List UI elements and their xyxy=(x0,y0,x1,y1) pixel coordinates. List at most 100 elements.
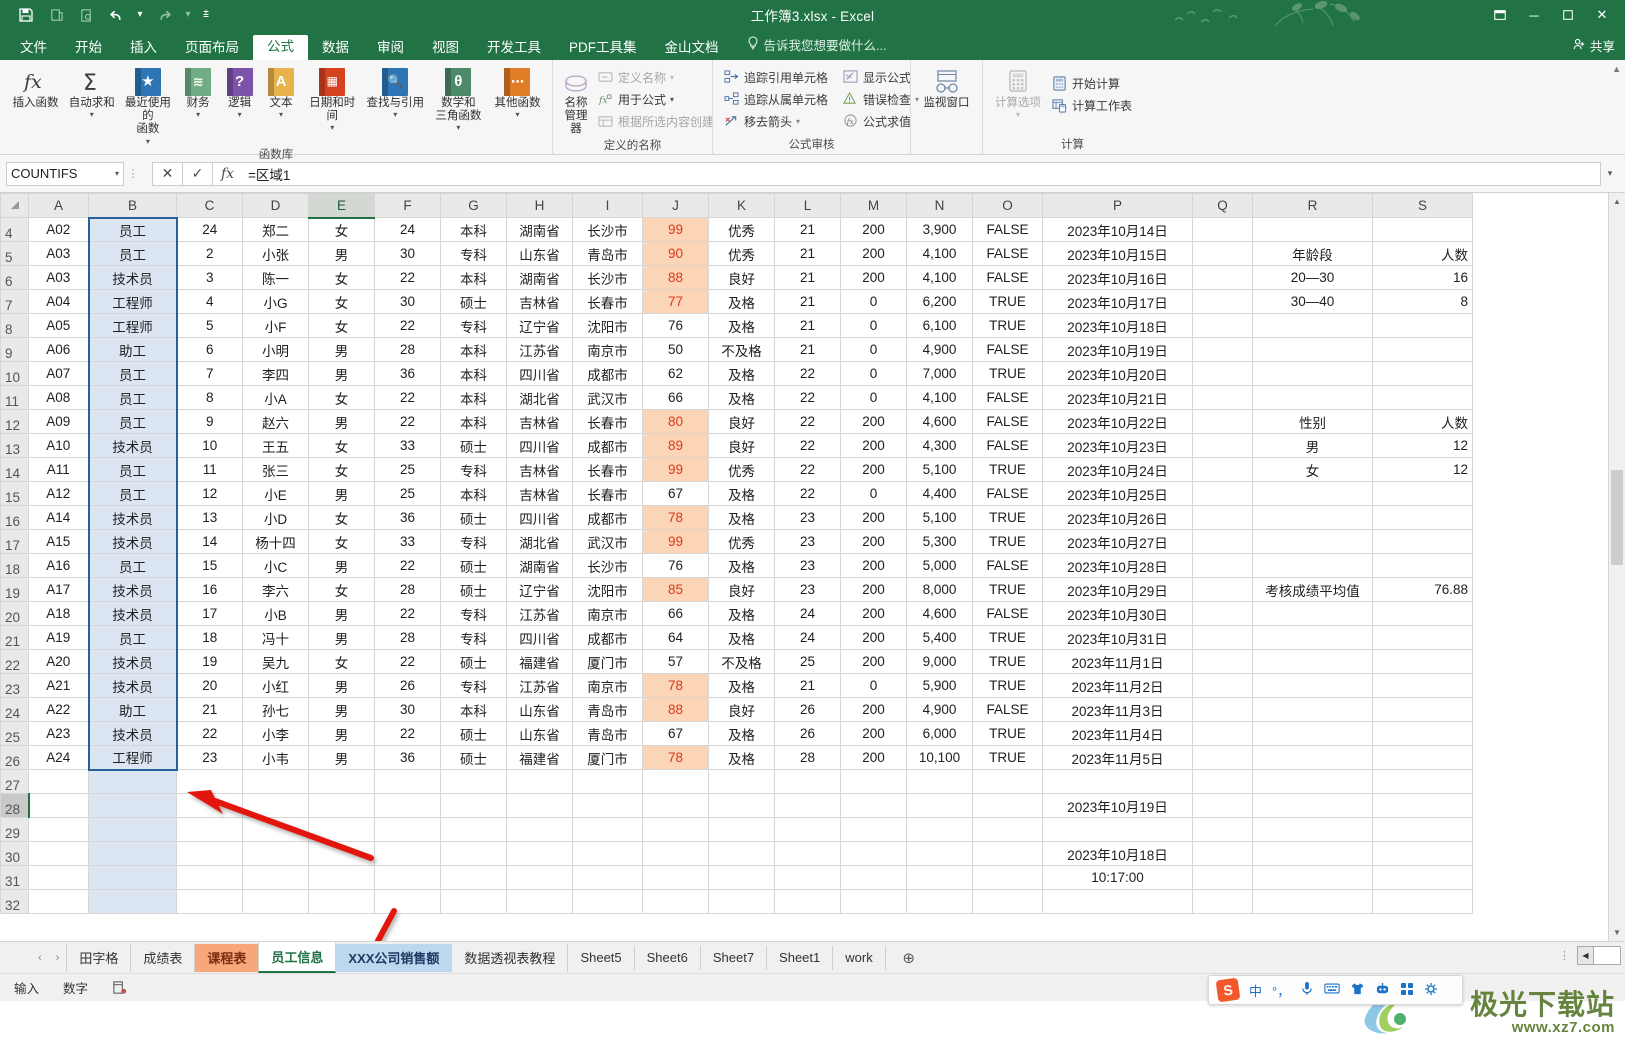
tab-insert[interactable]: 插入 xyxy=(116,36,171,61)
cell-D23[interactable]: 小红 xyxy=(242,673,309,698)
lookup-reference-button[interactable]: 🔍 查找与引用 ▾ xyxy=(363,64,428,119)
cell-F16[interactable]: 36 xyxy=(374,505,441,530)
cell-C19[interactable]: 16 xyxy=(176,577,243,602)
cell-P7[interactable]: 2023年10月17日 xyxy=(1042,289,1193,314)
cell-D10[interactable]: 李四 xyxy=(242,361,309,386)
cell-G16[interactable]: 硕士 xyxy=(440,505,507,530)
cell-P13[interactable]: 2023年10月23日 xyxy=(1042,433,1193,458)
tab-review[interactable]: 审阅 xyxy=(363,36,418,61)
cell-K31[interactable] xyxy=(708,865,775,890)
remove-arrows-button[interactable]: 移去箭头 ▾ xyxy=(719,110,832,132)
cell-C15[interactable]: 12 xyxy=(176,481,243,506)
cell-J30[interactable] xyxy=(642,841,709,866)
cell-G14[interactable]: 专科 xyxy=(440,457,507,482)
chevron-down-icon[interactable]: ▾ xyxy=(670,95,674,104)
ime-skin-icon[interactable] xyxy=(1350,982,1365,999)
cell-E27[interactable] xyxy=(308,769,375,794)
cell-J27[interactable] xyxy=(642,769,709,794)
cell-E16[interactable]: 女 xyxy=(308,505,375,530)
cell-K32[interactable] xyxy=(708,889,775,914)
cell-R26[interactable] xyxy=(1252,745,1373,770)
cell-H25[interactable]: 山东省 xyxy=(506,721,573,746)
cell-Q31[interactable] xyxy=(1192,865,1253,890)
cell-C10[interactable]: 7 xyxy=(176,361,243,386)
cell-O15[interactable]: FALSE xyxy=(972,481,1043,506)
sheet-tab-Sheet6[interactable]: Sheet6 xyxy=(633,945,701,970)
cell-G28[interactable] xyxy=(440,793,507,818)
cell-P20[interactable]: 2023年10月30日 xyxy=(1042,601,1193,626)
cell-I22[interactable]: 厦门市 xyxy=(572,649,643,674)
cell-I18[interactable]: 长沙市 xyxy=(572,553,643,578)
cell-R24[interactable] xyxy=(1252,697,1373,722)
vertical-scroll-thumb[interactable] xyxy=(1611,470,1623,565)
cell-O30[interactable] xyxy=(972,841,1043,866)
cell-E11[interactable]: 女 xyxy=(308,385,375,410)
cell-F6[interactable]: 22 xyxy=(374,265,441,290)
cell-N29[interactable] xyxy=(906,817,973,842)
table-row[interactable]: 19 A17 技术员 16 李六女 28 硕士 辽宁省 沈阳市 85 良好 23 200 8,000 TRU… xyxy=(0,577,1473,602)
cell-I4[interactable]: 长沙市 xyxy=(572,217,643,242)
cell-H14[interactable]: 吉林省 xyxy=(506,457,573,482)
cell-J29[interactable] xyxy=(642,817,709,842)
cell-H24[interactable]: 山东省 xyxy=(506,697,573,722)
cell-G32[interactable] xyxy=(440,889,507,914)
cell-N6[interactable]: 4,100 xyxy=(906,265,973,290)
cell-Q30[interactable] xyxy=(1192,841,1253,866)
row-header-24[interactable]: 24 xyxy=(0,697,29,722)
table-row[interactable]: 20 A18 技术员 17 小B 男 22 专科 江苏省 南京市 66 及格 24 200 4,600 FAL… xyxy=(0,601,1473,626)
table-row[interactable]: 32 xyxy=(0,889,1473,914)
cell-O26[interactable]: TRUE xyxy=(972,745,1043,770)
cell-B10[interactable]: 员工 xyxy=(87,361,178,386)
table-row[interactable]: 31 10:17:00 xyxy=(0,865,1473,890)
cell-G29[interactable] xyxy=(440,817,507,842)
cell-H11[interactable]: 湖北省 xyxy=(506,385,573,410)
cell-M28[interactable] xyxy=(840,793,907,818)
cell-K7[interactable]: 及格 xyxy=(708,289,775,314)
cell-B13[interactable]: 技术员 xyxy=(87,433,178,458)
cell-S8[interactable] xyxy=(1372,313,1473,338)
cell-J22[interactable]: 57 xyxy=(642,649,709,674)
cell-N20[interactable]: 4,600 xyxy=(906,601,973,626)
cell-G22[interactable]: 硕士 xyxy=(440,649,507,674)
cell-A25[interactable]: A23 xyxy=(28,721,89,746)
cell-D17[interactable]: 杨十四 xyxy=(242,529,309,554)
cell-S11[interactable] xyxy=(1372,385,1473,410)
cell-L11[interactable]: 22 xyxy=(774,385,841,410)
cell-J14[interactable]: 99 xyxy=(642,457,709,482)
cell-H30[interactable] xyxy=(506,841,573,866)
cell-I21[interactable]: 成都市 xyxy=(572,625,643,650)
cell-F19[interactable]: 28 xyxy=(374,577,441,602)
cell-K21[interactable]: 及格 xyxy=(708,625,775,650)
cell-C4[interactable]: 24 xyxy=(176,217,243,242)
cell-D14[interactable]: 张三 xyxy=(242,457,309,482)
cell-F7[interactable]: 30 xyxy=(374,289,441,314)
cell-B14[interactable]: 员工 xyxy=(87,457,178,482)
cell-A18[interactable]: A16 xyxy=(28,553,89,578)
cell-F28[interactable] xyxy=(374,793,441,818)
cell-D16[interactable]: 小D xyxy=(242,505,309,530)
cell-N23[interactable]: 5,900 xyxy=(906,673,973,698)
cell-G12[interactable]: 本科 xyxy=(440,409,507,434)
cell-H19[interactable]: 辽宁省 xyxy=(506,577,573,602)
cell-D9[interactable]: 小明 xyxy=(242,337,309,362)
cell-E5[interactable]: 男 xyxy=(308,241,375,266)
cell-N27[interactable] xyxy=(906,769,973,794)
row-header-26[interactable]: 26 xyxy=(0,745,29,770)
cell-A23[interactable]: A21 xyxy=(28,673,89,698)
cell-C11[interactable]: 8 xyxy=(176,385,243,410)
cell-L15[interactable]: 22 xyxy=(774,481,841,506)
cell-H17[interactable]: 湖北省 xyxy=(506,529,573,554)
ime-voice-input-icon[interactable] xyxy=(1300,981,1314,999)
cell-K15[interactable]: 及格 xyxy=(708,481,775,506)
cell-G30[interactable] xyxy=(440,841,507,866)
cell-L21[interactable]: 24 xyxy=(774,625,841,650)
cell-D20[interactable]: 小B xyxy=(242,601,309,626)
cell-D22[interactable]: 吴九 xyxy=(242,649,309,674)
cell-K19[interactable]: 良好 xyxy=(708,577,775,602)
cell-O22[interactable]: TRUE xyxy=(972,649,1043,674)
cell-B6[interactable]: 技术员 xyxy=(87,265,178,290)
cell-E30[interactable] xyxy=(308,841,375,866)
cell-R25[interactable] xyxy=(1252,721,1373,746)
trace-precedents-button[interactable]: 追踪引用单元格 xyxy=(719,66,832,88)
cell-Q20[interactable] xyxy=(1192,601,1253,626)
